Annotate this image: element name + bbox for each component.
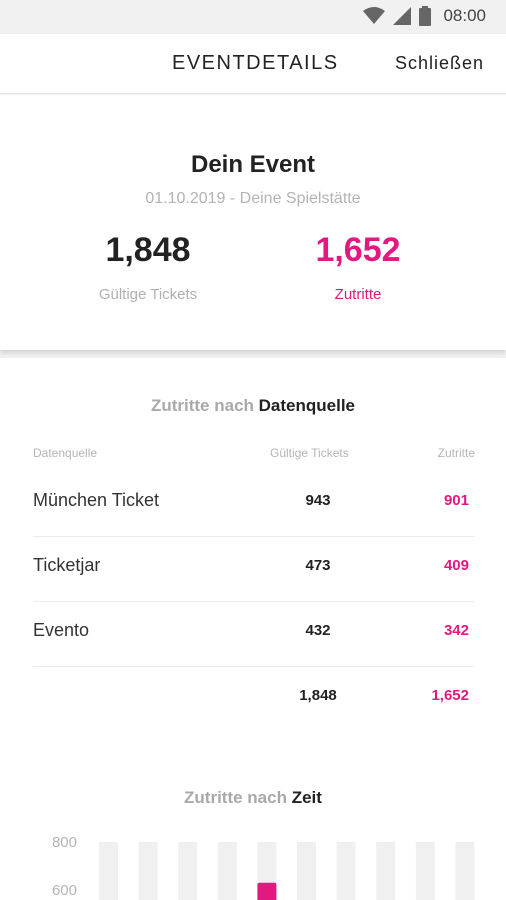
chart-bar [257,882,277,900]
table-row[interactable]: Ticketjar 473 409 [33,537,475,602]
total-entries: 1,652 [431,687,469,704]
row-valid: 943 [305,492,331,509]
row-entries: 342 [443,622,469,639]
y-tick-label: 600 [52,882,77,899]
header-entries: Zutritte [437,446,475,460]
time-title-strong: Zeit [291,788,322,807]
table-row[interactable]: München Ticket 943 901 [33,472,475,537]
entries-value: 1,652 [315,231,401,269]
source-section-title: Zutritte nach Datenquelle [0,396,506,416]
valid-tickets-value: 1,848 [105,231,191,269]
chart-bar-track [336,842,356,900]
event-name: Dein Event [190,151,316,178]
row-entries: 901 [443,492,469,509]
close-button[interactable]: Schließen [395,53,484,74]
source-title-strong: Datenquelle [258,396,356,415]
source-title-prefix: Zutritte nach [150,396,254,415]
row-source: München Ticket [33,490,160,510]
row-entries: 409 [443,557,469,574]
chart-bar-track [138,842,158,900]
chart-bar-track [217,842,237,900]
time-chart: 800 600 [52,834,475,900]
chart-bar-track [455,842,475,900]
table-total-row: 1,848 1,652 [33,667,475,732]
valid-tickets-label: Gültige Tickets [98,286,198,303]
chart-bar-track [99,842,118,900]
row-source: Ticketjar [33,555,101,575]
battery-icon [419,6,432,26]
total-valid: 1,848 [299,687,337,704]
row-valid: 432 [305,622,331,639]
source-table: Datenquelle Gültige Tickets Zutritte Mün… [33,442,475,732]
time-title-prefix: Zutritte nach [184,788,287,807]
y-tick-label: 800 [52,834,77,851]
chart-bar-track [178,842,198,900]
wifi-icon [363,7,386,24]
header-source: Datenquelle [33,446,98,460]
event-date-venue: 01.10.2019 - Deine Spielstätte [145,190,361,207]
signal-icon [393,7,412,25]
table-header: Datenquelle Gültige Tickets Zutritte [33,442,475,472]
chart-bar-track [415,842,435,900]
entries-label: Zutritte [334,286,382,303]
header-valid-tickets: Gültige Tickets [270,446,349,460]
valid-tickets-stat: 1,848 Gültige Tickets [58,231,238,303]
time-section-title: Zutritte nach Zeit [0,788,506,808]
status-bar: 08:00 [0,0,506,34]
event-summary-card: Dein Event 01.10.2019 - Deine Spielstätt… [0,95,506,350]
page-title: EVENTDETAILS [172,52,339,74]
row-valid: 473 [305,557,331,574]
chart-bar-track [376,842,396,900]
app-bar: EVENTDETAILS Schließen [0,34,506,94]
chart-bar-track [297,842,316,900]
entries-stat: 1,652 Zutritte [268,231,448,303]
status-time: 08:00 [443,6,486,25]
row-source: Evento [33,620,90,640]
table-row[interactable]: Evento 432 342 [33,602,475,667]
details-panel: Zutritte nach Datenquelle Datenquelle Gü… [0,358,506,900]
